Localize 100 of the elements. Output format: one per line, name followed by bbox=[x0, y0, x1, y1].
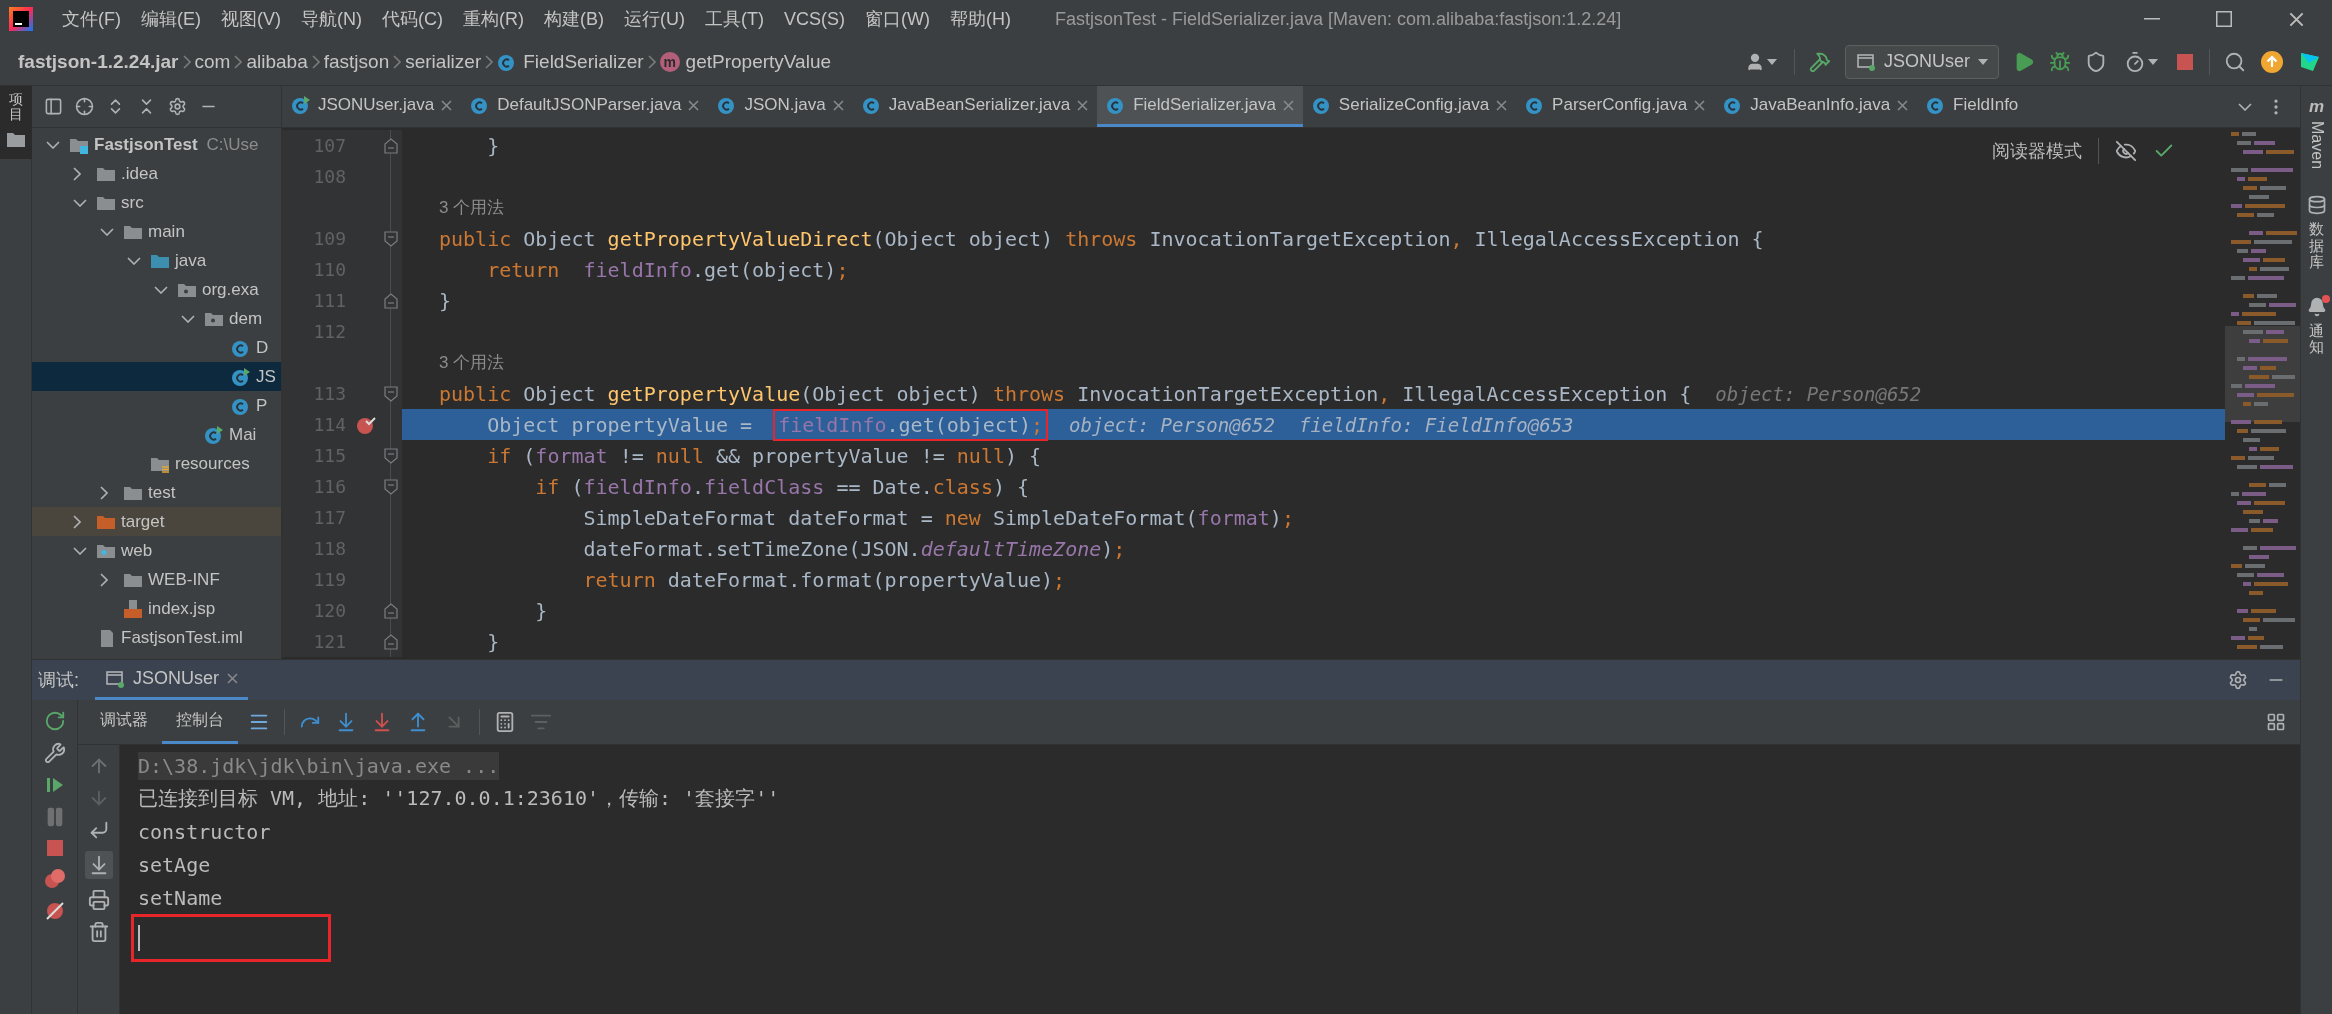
tree-item[interactable]: java bbox=[32, 246, 281, 275]
menu-item[interactable]: 视图(V) bbox=[211, 7, 291, 31]
editor-tab[interactable]: JSONUser.java bbox=[282, 86, 462, 127]
tree-item[interactable]: FastjsonTest C:\Use bbox=[32, 130, 281, 159]
close-icon[interactable] bbox=[1694, 99, 1706, 111]
breakpoint-icon[interactable] bbox=[356, 414, 376, 435]
tree-item[interactable]: org.exa bbox=[32, 275, 281, 304]
tool-window-tab[interactable]: m Maven bbox=[2307, 98, 2326, 170]
tool-window-tab[interactable]: 项目 bbox=[0, 86, 32, 159]
settings-icon[interactable] bbox=[168, 97, 187, 116]
fold-marker-icon[interactable] bbox=[384, 447, 398, 464]
chevron-down-icon[interactable] bbox=[73, 546, 87, 555]
breadcrumb[interactable]: fastjson-1.2.24.jar bbox=[14, 50, 183, 73]
chevron-down-icon[interactable] bbox=[127, 256, 141, 265]
view-tab[interactable]: 调试器 bbox=[86, 700, 162, 744]
close-icon[interactable] bbox=[1496, 99, 1508, 111]
debug-icon[interactable] bbox=[2049, 50, 2071, 73]
wrench-icon[interactable] bbox=[43, 742, 66, 764]
menu-item[interactable]: 编辑(E) bbox=[131, 7, 211, 31]
breadcrumb[interactable]: serializer bbox=[401, 50, 486, 73]
tree-item[interactable]: target bbox=[32, 507, 281, 536]
breadcrumb[interactable]: com bbox=[190, 50, 235, 73]
usages-hint[interactable]: 3 个用法 bbox=[439, 196, 505, 219]
menu-item[interactable]: 帮助(H) bbox=[939, 7, 1021, 31]
editor-tab[interactable]: FieldSerializer.java bbox=[1097, 86, 1303, 127]
run-config-dropdown[interactable]: JSONUser bbox=[1845, 44, 1999, 79]
breadcrumb[interactable]: fastjson bbox=[319, 50, 394, 73]
breadcrumb[interactable]: m getPropertyValue bbox=[655, 50, 835, 73]
hammer-icon[interactable] bbox=[1809, 50, 1831, 73]
tree-item[interactable]: src bbox=[32, 188, 281, 217]
close-icon[interactable] bbox=[688, 99, 700, 111]
tree-item[interactable]: index.jsp bbox=[32, 594, 281, 623]
chevron-right-icon[interactable] bbox=[73, 514, 81, 529]
stop-icon[interactable] bbox=[2175, 51, 2195, 72]
settings-icon[interactable] bbox=[2228, 670, 2248, 690]
editor-tab[interactable]: FieldInfo bbox=[1917, 86, 2028, 127]
breakpoints-icon[interactable] bbox=[43, 868, 66, 890]
trash-icon[interactable] bbox=[87, 921, 110, 943]
chevron-down-icon[interactable] bbox=[2238, 102, 2252, 111]
tree-item[interactable]: D bbox=[32, 333, 281, 362]
menu-item[interactable]: 导航(N) bbox=[291, 7, 372, 31]
chevron-right-icon[interactable] bbox=[73, 166, 81, 181]
editor-tab[interactable]: SerializeConfig.java bbox=[1302, 86, 1517, 127]
tree-item[interactable]: P bbox=[32, 391, 281, 420]
eye-off-icon[interactable] bbox=[2115, 140, 2137, 162]
fold-marker-icon[interactable] bbox=[384, 602, 398, 619]
menu-item[interactable]: 工具(T) bbox=[695, 7, 774, 31]
breadcrumb[interactable]: FieldSerializer bbox=[493, 50, 648, 73]
reader-mode-link[interactable]: 阅读器模式 bbox=[1992, 139, 2082, 163]
chevron-down-icon[interactable] bbox=[73, 198, 87, 207]
chevron-down-icon[interactable] bbox=[181, 314, 195, 323]
panel-icon[interactable] bbox=[44, 97, 63, 116]
chevron-down-icon[interactable] bbox=[46, 140, 60, 149]
menu-item[interactable]: 运行(U) bbox=[614, 7, 695, 31]
scroll-to-end-button[interactable] bbox=[84, 851, 113, 879]
close-icon[interactable] bbox=[1282, 99, 1294, 111]
menu-item[interactable]: 重构(R) bbox=[453, 7, 534, 31]
close-icon[interactable] bbox=[441, 99, 453, 111]
calculator-icon[interactable] bbox=[494, 711, 516, 733]
menu-item[interactable]: VCS(S) bbox=[773, 8, 855, 30]
chevron-down-icon[interactable] bbox=[100, 227, 114, 236]
fold-marker-icon[interactable] bbox=[384, 633, 398, 650]
menu-item[interactable]: 窗口(W) bbox=[855, 7, 940, 31]
crosshair-icon[interactable] bbox=[75, 97, 94, 116]
tree-item[interactable]: FastjsonTest.iml bbox=[32, 623, 281, 652]
tree-item[interactable]: web bbox=[32, 536, 281, 565]
tool-window-tab[interactable]: 通知 bbox=[2306, 296, 2327, 356]
menu-item[interactable]: 文件(F) bbox=[52, 7, 131, 31]
tool-window-tab[interactable]: 数据库 bbox=[2306, 195, 2327, 271]
chevron-right-icon[interactable] bbox=[100, 572, 108, 587]
print-icon[interactable] bbox=[87, 889, 110, 911]
tree-item[interactable]: WEB-INF bbox=[32, 565, 281, 594]
fold-marker-icon[interactable] bbox=[384, 137, 398, 154]
editor-tab[interactable]: JSON.java bbox=[708, 86, 853, 127]
chevron-right-icon[interactable] bbox=[100, 485, 108, 500]
editor-tab[interactable]: JavaBeanSerializer.java bbox=[852, 86, 1098, 127]
tree-item[interactable]: .idea bbox=[32, 159, 281, 188]
tree-item[interactable]: Mai bbox=[32, 420, 281, 449]
tree-item[interactable]: JS bbox=[32, 362, 281, 391]
coverage-icon[interactable] bbox=[2085, 50, 2107, 73]
update-icon[interactable] bbox=[2260, 49, 2284, 74]
tree-item[interactable]: main bbox=[32, 217, 281, 246]
editor-tab[interactable]: ParserConfig.java bbox=[1516, 86, 1715, 127]
menu-item[interactable]: 构建(B) bbox=[534, 7, 614, 31]
fold-marker-icon[interactable] bbox=[384, 478, 398, 495]
breadcrumb[interactable]: alibaba bbox=[242, 50, 312, 73]
tree-item[interactable]: test bbox=[32, 478, 281, 507]
tree-item[interactable]: resources bbox=[32, 449, 281, 478]
close-icon[interactable] bbox=[832, 99, 844, 111]
close-icon[interactable] bbox=[1077, 99, 1089, 111]
fold-marker-icon[interactable] bbox=[384, 292, 398, 309]
chevron-down-icon[interactable] bbox=[154, 285, 168, 294]
fold-marker-icon[interactable] bbox=[384, 230, 398, 247]
menu-item[interactable]: 代码(C) bbox=[372, 7, 453, 31]
close-icon[interactable] bbox=[1897, 99, 1909, 111]
search-icon[interactable] bbox=[2224, 50, 2246, 73]
stop-icon[interactable] bbox=[44, 838, 65, 858]
fold-marker-icon[interactable] bbox=[384, 385, 398, 402]
usages-hint[interactable]: 3 个用法 bbox=[439, 351, 505, 374]
layout-icon[interactable] bbox=[2266, 712, 2286, 732]
